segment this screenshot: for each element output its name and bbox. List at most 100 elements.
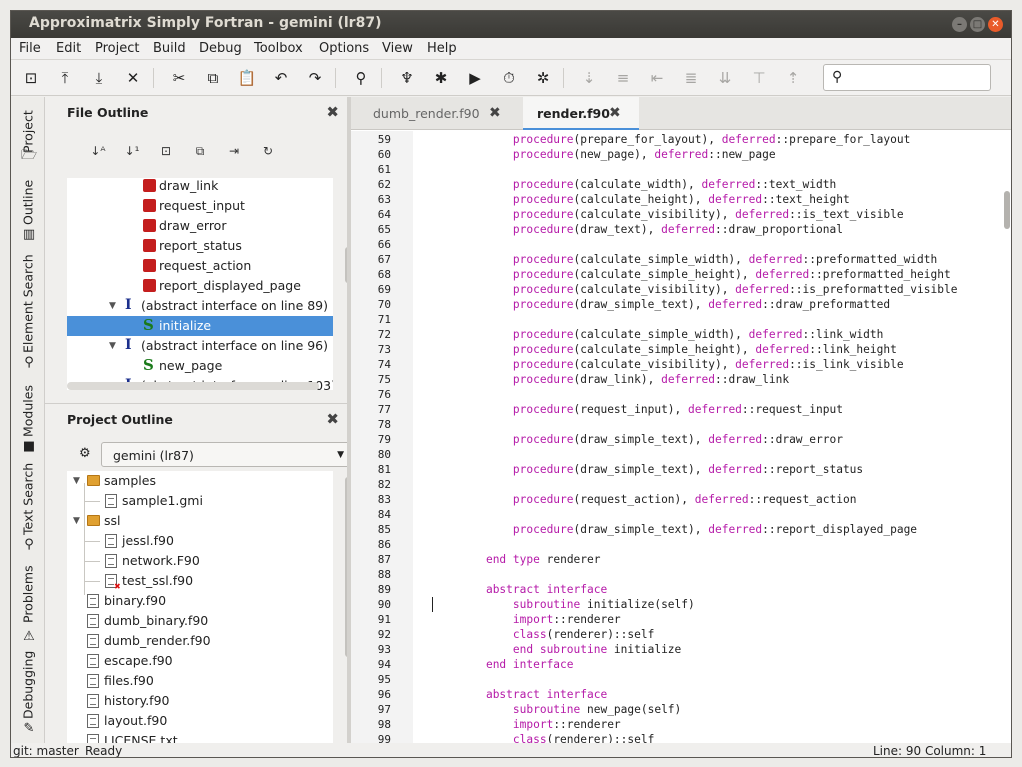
redo-icon[interactable]: ↷ xyxy=(305,68,325,88)
outline-item[interactable]: Snew_page xyxy=(67,356,333,376)
search-box[interactable]: ⚲ xyxy=(823,64,991,91)
menu-toolbox[interactable]: Toolbox xyxy=(254,41,303,56)
close-button[interactable]: ✕ xyxy=(988,17,1003,32)
profile-icon[interactable]: ⏱ xyxy=(499,68,519,88)
code-editor[interactable]: procedure(prepare_for_layout), deferred:… xyxy=(413,131,1001,743)
outline-item[interactable]: request_action xyxy=(67,256,333,276)
refresh-icon[interactable]: ↻ xyxy=(257,141,279,161)
outline-item-selected[interactable]: Sinitialize xyxy=(67,316,333,336)
side-tab-debugging[interactable]: Debugging ✎ xyxy=(14,651,42,736)
tree-file[interactable]: jessl.f90 xyxy=(67,531,333,551)
menu-file[interactable]: File xyxy=(19,41,41,56)
new-file-icon[interactable]: ⊡ xyxy=(21,68,41,88)
outline-item[interactable]: report_displayed_page xyxy=(67,276,333,296)
horizontal-scrollbar[interactable] xyxy=(67,382,319,390)
open-icon[interactable]: ⤒ xyxy=(55,68,75,88)
outline-item[interactable]: draw_link xyxy=(67,178,333,196)
pause-icon[interactable]: ⇊ xyxy=(715,68,735,88)
menu-build[interactable]: Build xyxy=(153,41,186,56)
side-tab-outline[interactable]: Outline ▥ xyxy=(14,175,42,242)
outline-item[interactable]: report_status xyxy=(67,236,333,256)
close-tab-icon[interactable]: ✖ xyxy=(489,97,501,130)
tree-folder[interactable]: ▼ samples xyxy=(67,471,333,491)
minimize-button[interactable]: – xyxy=(952,17,967,32)
menu-project[interactable]: Project xyxy=(95,41,139,56)
run-icon[interactable]: ▶ xyxy=(465,68,485,88)
line-number: 61 xyxy=(377,163,391,176)
tree-folder[interactable]: ▼ ssl xyxy=(67,511,333,531)
code-line: procedure(draw_simple_text), deferred::r… xyxy=(512,463,864,476)
project-tree: ▼ samples sample1.gmi ▼ ssl jessl.f90 netw… xyxy=(67,471,333,743)
goto-icon[interactable]: ⇥ xyxy=(223,141,245,161)
code-line: procedure(new_page), deferred::new_page xyxy=(512,148,776,161)
outline-item[interactable]: request_input xyxy=(67,196,333,216)
project-select[interactable]: gemini (lr87) ▼ xyxy=(101,442,355,467)
project-run-icon[interactable]: ⚙ xyxy=(79,446,91,461)
save-icon[interactable]: ⤓ xyxy=(89,68,109,88)
outline-item[interactable]: ▼ I (abstract interface on line 89) xyxy=(67,296,333,316)
tree-file[interactable]: files.f90 xyxy=(67,671,333,691)
side-tab-problems[interactable]: Problems ⚠ xyxy=(14,563,42,644)
cut-icon[interactable]: ✂ xyxy=(169,68,189,88)
step-into-icon[interactable]: ≡ xyxy=(613,68,633,88)
code-line: procedure(request_input), deferred::requ… xyxy=(512,403,843,416)
tree-file[interactable]: network.F90 xyxy=(67,551,333,571)
undo-icon[interactable]: ↶ xyxy=(271,68,291,88)
tree-file-error[interactable]: ✖ test_ssl.f90 xyxy=(67,571,333,591)
editor-scrollbar[interactable] xyxy=(1003,131,1011,743)
tree-file[interactable]: LICENSE.txt xyxy=(67,731,333,743)
search-input[interactable] xyxy=(852,68,986,87)
build-icon[interactable]: ✱ xyxy=(431,68,451,88)
menu-edit[interactable]: Edit xyxy=(56,41,81,56)
tree-file[interactable]: dumb_render.f90 xyxy=(67,631,333,651)
file-outline-title: File Outline xyxy=(67,105,149,120)
line-number: 66 xyxy=(377,238,391,251)
step-out-icon[interactable]: ⇤ xyxy=(647,68,667,88)
tree-file[interactable]: escape.f90 xyxy=(67,651,333,671)
breakpoint-icon[interactable]: ⇡ xyxy=(783,68,803,88)
tree-file[interactable]: binary.f90 xyxy=(67,591,333,611)
find-icon[interactable]: ⚲ xyxy=(351,68,371,88)
menu-debug[interactable]: Debug xyxy=(199,41,242,56)
side-tab-project[interactable]: Project 🗁 xyxy=(14,101,42,167)
project-outline-header: Project Outline ✖ xyxy=(45,403,347,435)
close-icon[interactable]: ✖ xyxy=(326,410,339,428)
tree-file[interactable]: sample1.gmi xyxy=(67,491,333,511)
side-tab-element-search[interactable]: Element Search ⚲ xyxy=(14,249,42,370)
menu-help[interactable]: Help xyxy=(427,41,457,56)
main-window: Approximatrix Simply Fortran - gemini (l… xyxy=(10,10,1012,758)
outline-item[interactable]: draw_error xyxy=(67,216,333,236)
clean-icon[interactable]: ♆ xyxy=(397,68,417,88)
side-tab-text-search[interactable]: Text Search ⚲ xyxy=(14,463,42,552)
maximize-button[interactable]: □ xyxy=(970,17,985,32)
line-number: 65 xyxy=(377,223,391,236)
sort-alpha-icon[interactable]: ↓ᴬ xyxy=(87,141,109,161)
debug-run-icon[interactable]: ✲ xyxy=(533,68,553,88)
scroll-thumb[interactable] xyxy=(1004,191,1010,229)
tree-file[interactable]: history.f90 xyxy=(67,691,333,711)
line-number: 71 xyxy=(377,313,391,326)
line-number: 80 xyxy=(377,448,391,461)
menu-options[interactable]: Options xyxy=(319,41,369,56)
tree-file[interactable]: layout.f90 xyxy=(67,711,333,731)
tab-dumb-render[interactable]: dumb_render.f90 ✖ xyxy=(351,97,523,130)
continue-icon[interactable]: ≣ xyxy=(681,68,701,88)
step-over-icon[interactable]: ⇣ xyxy=(579,68,599,88)
close-icon[interactable]: ✖ xyxy=(326,103,339,121)
stop-debug-icon[interactable]: ⊤ xyxy=(749,68,769,88)
tab-render[interactable]: render.f90 ✖ xyxy=(523,97,639,130)
line-number: 84 xyxy=(377,508,391,521)
copy-icon[interactable]: ⧉ xyxy=(203,68,223,88)
filter-icon[interactable]: ⊡ xyxy=(155,141,177,161)
sort-numeric-icon[interactable]: ↓¹ xyxy=(121,141,143,161)
close-tab-icon[interactable]: ✖ xyxy=(609,97,621,130)
code-line: procedure(draw_simple_text), deferred::d… xyxy=(512,433,843,446)
close-file-icon[interactable]: ✕ xyxy=(123,68,143,88)
collapse-all-icon[interactable]: ⧉ xyxy=(189,141,211,161)
tree-file[interactable]: dumb_binary.f90 xyxy=(67,611,333,631)
code-line: procedure(calculate_simple_height), defe… xyxy=(512,343,897,356)
menu-view[interactable]: View xyxy=(382,41,413,56)
outline-item[interactable]: ▼ I (abstract interface on line 96) xyxy=(67,336,333,356)
side-tab-modules[interactable]: Modules ■ xyxy=(14,381,42,454)
paste-icon[interactable]: 📋 xyxy=(237,68,257,88)
